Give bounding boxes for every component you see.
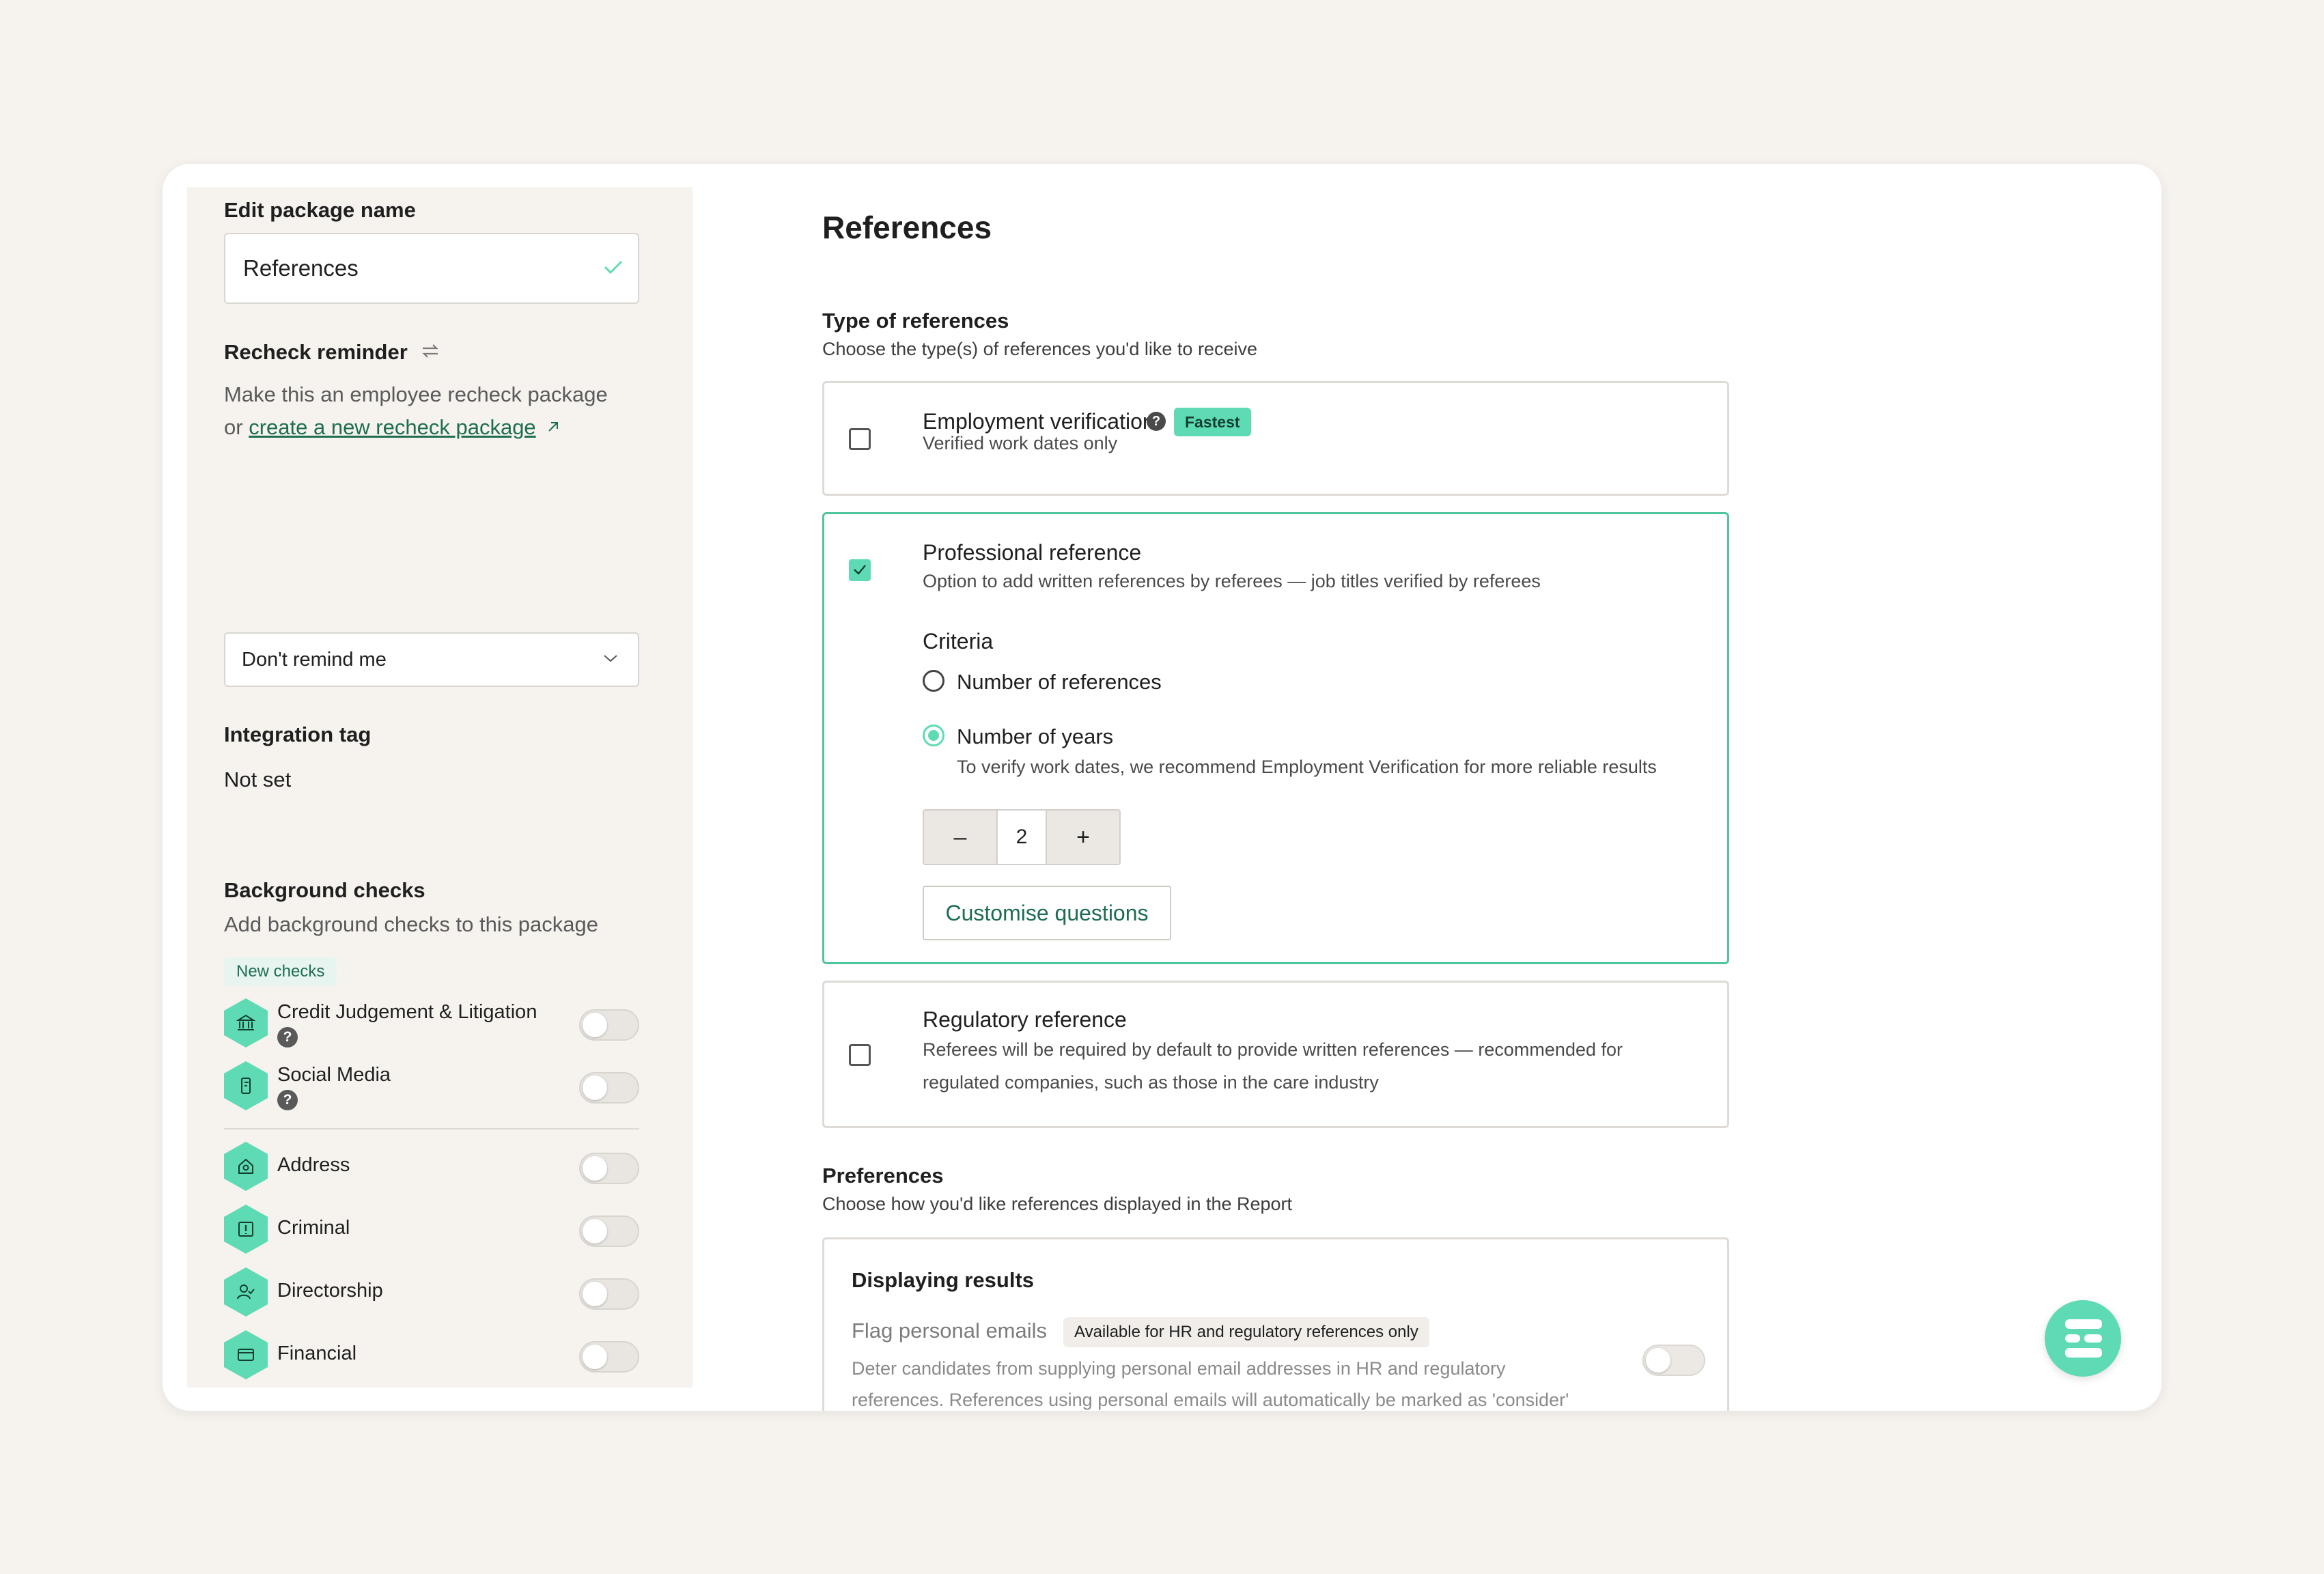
toggle-credit[interactable] <box>579 1009 639 1041</box>
preferences-subtitle: Choose how you'd like references display… <box>822 1194 1293 1214</box>
flag-personal-emails-desc-2: references. References using personal em… <box>852 1390 1569 1410</box>
check-icon <box>604 260 623 274</box>
employment-verification-desc: Verified work dates only <box>923 433 1118 453</box>
fastest-badge: Fastest <box>1174 408 1251 436</box>
professional-reference-checkbox[interactable] <box>849 559 871 581</box>
recheck-link-line: or create a new recheck package <box>224 415 561 440</box>
professional-reference-title: Professional reference <box>923 540 1142 565</box>
check-label: Social Media <box>277 1064 391 1086</box>
type-of-references-title: Type of references <box>822 309 1009 333</box>
employment-verification-checkbox[interactable] <box>849 428 871 450</box>
chat-logo-bar <box>2065 1348 2102 1358</box>
type-of-references-subtitle: Choose the type(s) of references you'd l… <box>822 339 1257 359</box>
recheck-description: Make this an employee recheck package <box>224 382 608 406</box>
regulatory-reference-checkbox[interactable] <box>849 1044 871 1066</box>
stepper-value[interactable]: 2 <box>996 811 1047 864</box>
number-of-years-radio[interactable] <box>923 725 944 746</box>
check-row-criminal: Criminal <box>224 1205 639 1259</box>
person-check-icon <box>224 1267 268 1317</box>
check-label: Financial <box>277 1343 357 1364</box>
sidebar: Edit package name References Recheck rem… <box>187 187 692 1388</box>
check-row-address: Address <box>224 1142 639 1196</box>
integration-tag-label: Integration tag <box>224 722 372 746</box>
integration-tag-value: Not set <box>224 768 292 791</box>
check-row-directorship: Directorship <box>224 1267 639 1322</box>
increment-button[interactable]: + <box>1047 811 1119 864</box>
flag-personal-emails-desc-1: Deter candidates from supplying personal… <box>852 1358 1506 1379</box>
help-icon[interactable]: ? <box>277 1090 298 1110</box>
regulatory-reference-option[interactable]: Regulatory reference Referees will be re… <box>822 981 1729 1128</box>
customise-questions-button[interactable]: Customise questions <box>923 886 1171 940</box>
background-checks-subtitle: Add background checks to this package <box>224 912 599 936</box>
package-editor-card: Edit package name References Recheck rem… <box>163 164 2161 1411</box>
years-stepper: – 2 + <box>923 809 1121 865</box>
main-panel: References Type of references Choose the… <box>822 164 1778 1411</box>
displaying-results-card: Displaying results Flag personal emails … <box>822 1237 1729 1411</box>
package-name-input[interactable]: References <box>224 233 639 304</box>
recheck-reminder-label: Recheck reminder <box>224 340 408 364</box>
bank-icon <box>224 998 268 1048</box>
create-recheck-link[interactable]: create a new recheck package <box>249 415 535 439</box>
chat-logo-bar <box>2065 1319 2102 1329</box>
repeat-icon <box>422 344 438 358</box>
employment-verification-option[interactable]: Employment verification ? Fastest Verifi… <box>822 381 1729 496</box>
check-row-credit: Credit Judgement & Litigation ? <box>224 998 639 1053</box>
chat-logo-bar <box>2065 1334 2080 1343</box>
flag-personal-emails-label: Flag personal emails <box>852 1319 1048 1343</box>
decrement-button[interactable]: – <box>924 811 996 864</box>
page-title: References <box>822 210 992 245</box>
package-name-label: Edit package name <box>224 198 416 222</box>
package-name-value: References <box>243 255 359 281</box>
background-checks-label: Background checks <box>224 878 425 902</box>
chevron-down-icon <box>604 655 617 662</box>
card-icon <box>224 1330 268 1379</box>
regulatory-reference-title: Regulatory reference <box>923 1007 1127 1032</box>
phone-icon <box>224 1061 268 1110</box>
availability-badge: Available for HR and regulatory referenc… <box>1063 1317 1429 1347</box>
check-label: Criminal <box>277 1217 350 1239</box>
check-row-financial: Financial <box>224 1330 639 1385</box>
toggle-address[interactable] <box>579 1153 639 1184</box>
check-label: Address <box>277 1154 350 1176</box>
check-row-social-media: Social Media ? <box>224 1061 639 1116</box>
criteria-label: Criteria <box>923 629 994 654</box>
external-link-icon <box>548 422 559 432</box>
new-checks-badge: New checks <box>224 957 337 986</box>
remind-select-value: Don't remind me <box>242 648 387 671</box>
preferences-title: Preferences <box>822 1164 944 1187</box>
flag-personal-emails-toggle[interactable] <box>1642 1345 1705 1376</box>
recheck-or: or <box>224 415 243 439</box>
regulatory-reference-desc-2: regulated companies, such as those in th… <box>923 1072 1379 1093</box>
remind-select[interactable]: Don't remind me <box>224 632 639 687</box>
toggle-social-media[interactable] <box>579 1072 639 1104</box>
check-icon <box>854 565 866 575</box>
divider <box>224 1128 639 1129</box>
professional-reference-option[interactable]: Professional reference Option to add wri… <box>822 512 1729 964</box>
displaying-results-title: Displaying results <box>852 1268 1035 1292</box>
chat-logo-bar <box>2084 1334 2102 1343</box>
toggle-directorship[interactable] <box>579 1278 639 1310</box>
help-icon[interactable]: ? <box>1147 412 1166 431</box>
number-of-references-radio[interactable] <box>923 670 944 692</box>
toggle-criminal[interactable] <box>579 1215 639 1247</box>
help-icon[interactable]: ? <box>277 1027 298 1048</box>
professional-reference-desc: Option to add written references by refe… <box>923 571 1541 591</box>
number-of-years-hint: To verify work dates, we recommend Emplo… <box>957 757 1657 777</box>
regulatory-reference-desc-1: Referees will be required by default to … <box>923 1039 1623 1060</box>
alert-icon <box>224 1205 268 1254</box>
number-of-years-label: Number of years <box>957 725 1114 748</box>
number-of-references-label: Number of references <box>957 670 1162 694</box>
chat-launcher-button[interactable] <box>2045 1300 2121 1377</box>
check-label: Directorship <box>277 1280 383 1302</box>
check-label: Credit Judgement & Litigation <box>277 1001 537 1023</box>
toggle-financial[interactable] <box>579 1341 639 1373</box>
home-search-icon <box>224 1142 268 1191</box>
